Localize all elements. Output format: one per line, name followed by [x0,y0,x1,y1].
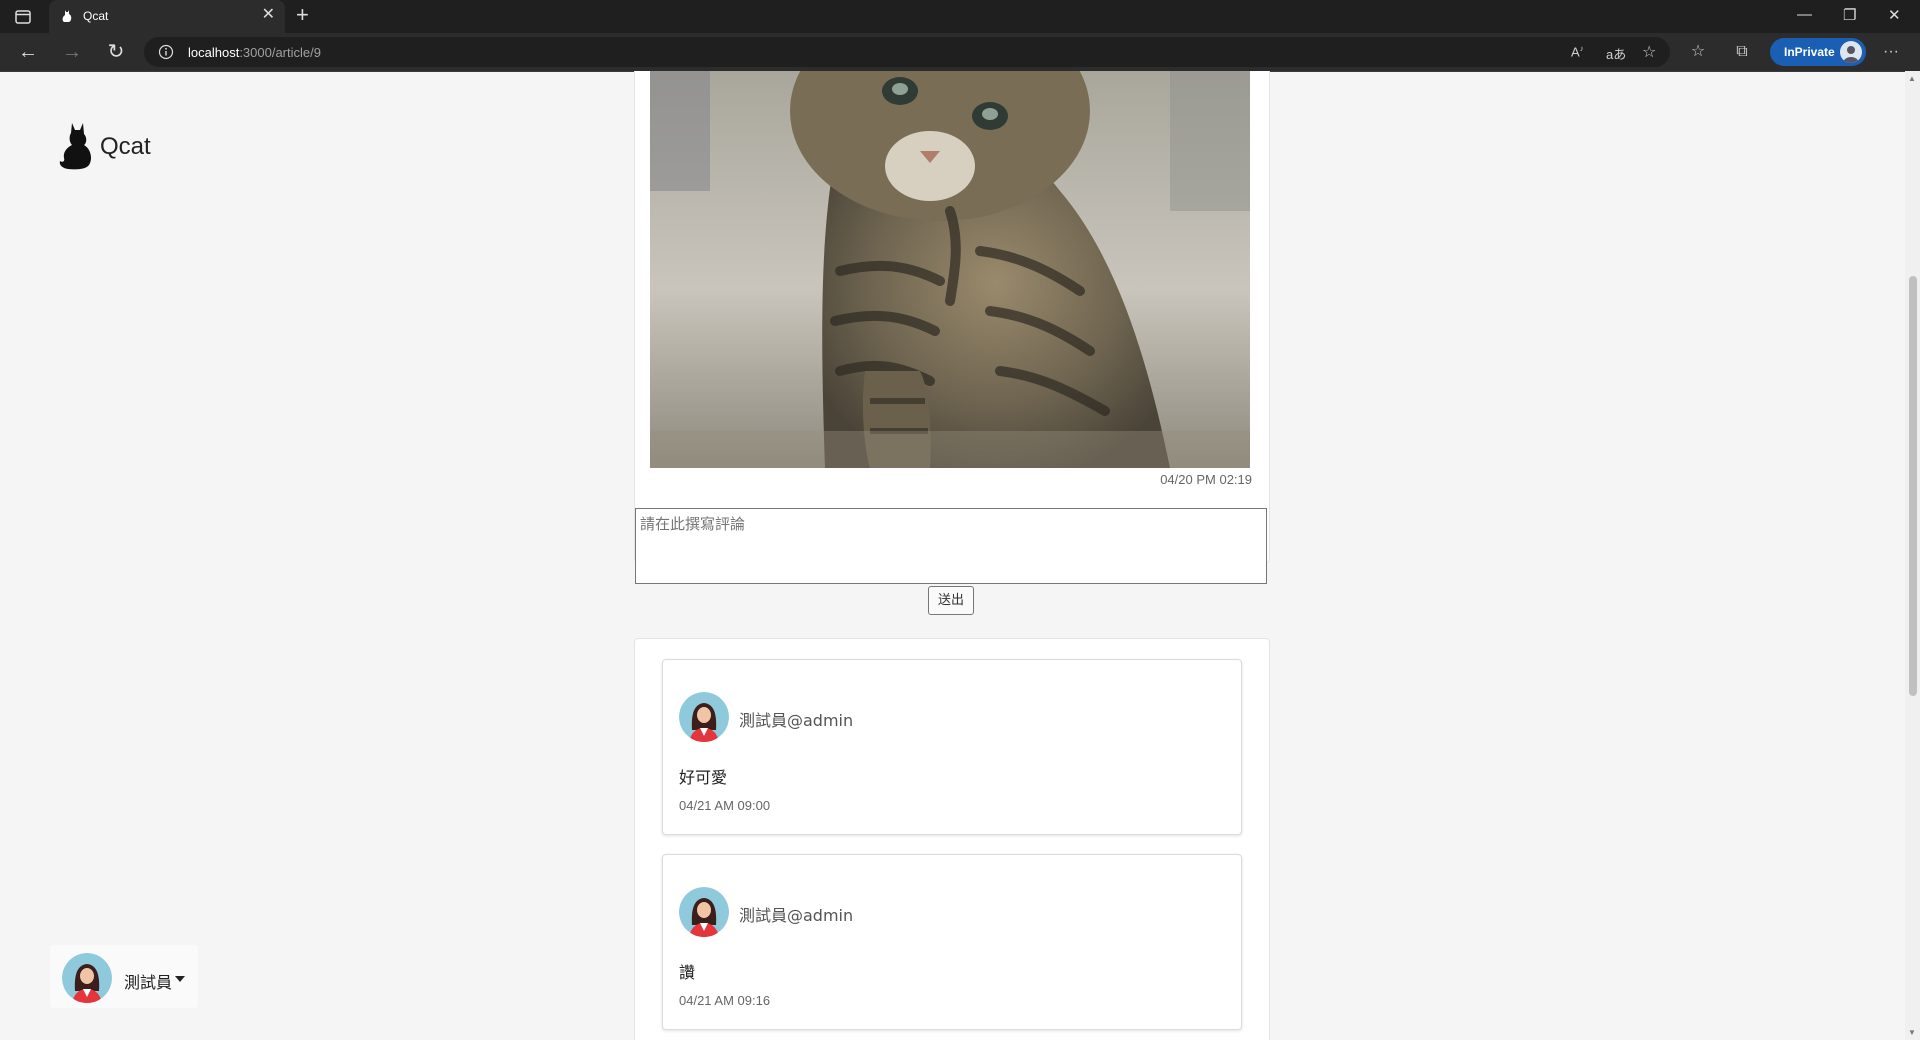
new-tab-icon[interactable]: + [296,4,309,26]
tab-title: Qcat [83,9,109,23]
close-window-icon[interactable]: ✕ [1888,6,1901,24]
favorites-icon[interactable]: ☆ [1687,41,1709,63]
profile-avatar [1840,41,1862,63]
browser-toolbar: ← → ↻ localhost:3000/article/9 A♪ aあ ☆ ☆… [0,33,1920,72]
article-timestamp: 04/20 PM 02:19 [1160,472,1252,487]
back-arrow-icon[interactable]: ← [16,40,40,64]
info-icon[interactable] [158,44,174,60]
add-favorite-icon[interactable]: ☆ [1642,42,1656,62]
minimize-icon[interactable]: — [1797,6,1812,23]
comment-text: 讚 [679,963,696,982]
tab-actions-icon[interactable] [14,8,32,26]
scroll-down-icon[interactable]: ▼ [1908,1028,1916,1037]
comment-card: 測試員@admin 讚 04/21 AM 09:16 [662,854,1242,1030]
refresh-icon[interactable]: ↻ [104,40,128,64]
article-image [650,71,1250,468]
url-path: :3000/article/9 [239,45,321,60]
user-name: 測試員 [124,973,173,992]
site-logo[interactable]: Qcat [56,121,176,171]
comment-timestamp: 04/21 AM 09:16 [679,993,771,1008]
user-avatar [62,953,112,1003]
page-viewport: Qcat 04/20 PM 02:19 請在此撰寫評論 送出 測試員@admin… [0,71,1905,1040]
page-scrollbar[interactable]: ▲ ▼ [1905,71,1920,1040]
caret-down-icon [175,976,185,982]
cat-logo-icon [56,121,94,171]
inprivate-label: InPrivate [1784,45,1835,59]
cat-favicon-icon [59,8,75,24]
comment-author[interactable]: 測試員@admin [739,902,853,926]
scrollbar-thumb[interactable] [1909,276,1917,696]
logo-text: Qcat [100,133,151,160]
user-avatar[interactable] [679,887,729,937]
comment-timestamp: 04/21 AM 09:00 [679,798,771,813]
forward-arrow-icon[interactable]: → [60,40,84,64]
more-icon[interactable]: ··· [1880,41,1902,63]
restore-icon[interactable]: ❐ [1843,6,1856,24]
comment-author[interactable]: 測試員@admin [739,707,853,731]
comment-input[interactable] [635,508,1267,584]
translate-icon[interactable]: aあ [1606,44,1626,63]
submit-comment-button[interactable]: 送出 [928,586,974,615]
read-aloud-icon[interactable]: A♪ [1571,44,1584,59]
url-text[interactable]: localhost:3000/article/9 [188,45,321,60]
comment-card: 測試員@admin 好可愛 04/21 AM 09:00 [662,659,1242,835]
browser-titlebar: Qcat ✕ + — ❐ ✕ [0,0,1920,33]
scroll-up-icon[interactable]: ▲ [1908,74,1916,83]
close-tab-icon[interactable]: ✕ [262,7,275,23]
url-host: localhost [188,45,240,60]
user-avatar[interactable] [679,692,729,742]
collections-icon[interactable]: ⧉ [1731,41,1753,63]
browser-tab-active[interactable]: Qcat ✕ [49,0,285,33]
inprivate-badge[interactable]: InPrivate [1770,38,1866,66]
address-bar[interactable]: localhost:3000/article/9 A♪ aあ ☆ [144,37,1670,67]
comment-text: 好可愛 [679,768,728,787]
user-menu-dropdown[interactable]: 測試員 [50,945,198,1008]
